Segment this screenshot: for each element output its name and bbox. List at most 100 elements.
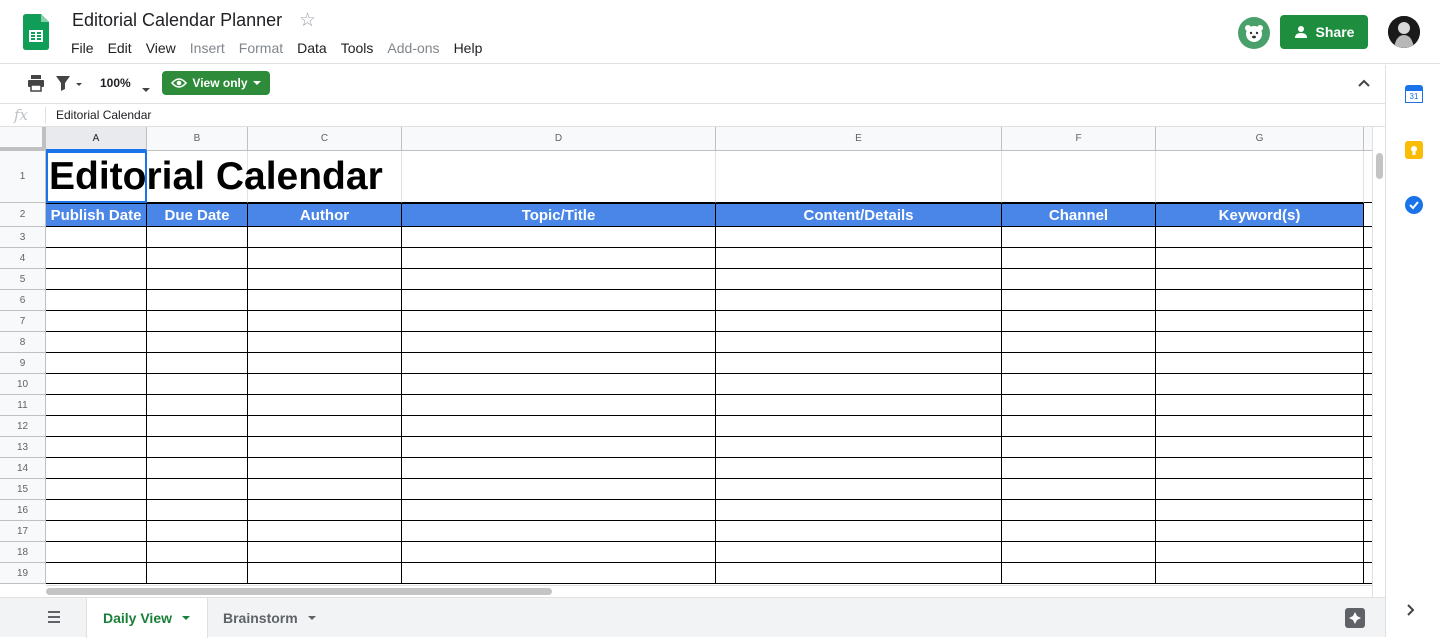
grid-cell[interactable] <box>1364 395 1372 416</box>
row-header-18[interactable]: 18 <box>0 542 46 563</box>
explore-icon[interactable] <box>1345 608 1365 628</box>
grid-cell[interactable] <box>147 395 248 416</box>
grid-cell[interactable] <box>402 374 716 395</box>
grid-cell[interactable] <box>46 542 147 563</box>
grid-cell[interactable] <box>716 395 1002 416</box>
grid-cell[interactable] <box>402 248 716 269</box>
vertical-scrollbar[interactable] <box>1372 127 1385 597</box>
grid-cell[interactable] <box>1156 500 1364 521</box>
grid-cell[interactable] <box>716 374 1002 395</box>
grid-cell[interactable] <box>1364 479 1372 500</box>
grid-cell[interactable] <box>402 290 716 311</box>
grid-cell[interactable] <box>1002 500 1156 521</box>
expand-panel-icon[interactable] <box>1406 603 1416 622</box>
grid-cell[interactable] <box>402 311 716 332</box>
grid-cell[interactable] <box>147 332 248 353</box>
menu-item-edit[interactable]: Edit <box>101 38 139 58</box>
grid-cell[interactable] <box>248 353 402 374</box>
grid-cell[interactable] <box>402 563 716 584</box>
grid-cell[interactable] <box>248 227 402 248</box>
keep-icon[interactable] <box>1405 141 1423 159</box>
grid-cell[interactable] <box>1002 311 1156 332</box>
grid-cell[interactable] <box>1002 479 1156 500</box>
column-header-c[interactable]: C <box>248 127 402 151</box>
grid-cell[interactable] <box>402 437 716 458</box>
grid-cell[interactable] <box>46 248 147 269</box>
grid-cell[interactable] <box>1364 437 1372 458</box>
header-cell[interactable]: Keyword(s) <box>1156 203 1364 227</box>
grid-cell[interactable] <box>147 290 248 311</box>
grid-cell[interactable] <box>1156 458 1364 479</box>
grid-cell[interactable] <box>46 290 147 311</box>
zoom-level[interactable]: 100% <box>100 76 131 90</box>
row-header-2[interactable]: 2 <box>0 203 46 227</box>
document-title[interactable]: Editorial Calendar Planner <box>72 10 282 31</box>
grid-cell[interactable] <box>1364 269 1372 290</box>
grid-cell[interactable] <box>248 395 402 416</box>
grid-cell[interactable] <box>147 437 248 458</box>
grid-cell[interactable] <box>1156 521 1364 542</box>
grid-cell[interactable] <box>147 353 248 374</box>
grid-cell[interactable] <box>1364 563 1372 584</box>
grid-cell[interactable] <box>1364 521 1372 542</box>
grid-cell[interactable] <box>248 269 402 290</box>
grid-cell[interactable] <box>1156 374 1364 395</box>
row-header-16[interactable]: 16 <box>0 500 46 521</box>
grid-cell[interactable] <box>1156 437 1364 458</box>
header-cell[interactable]: Due Date <box>147 203 248 227</box>
grid-cell[interactable] <box>46 374 147 395</box>
grid-cell[interactable] <box>1156 563 1364 584</box>
grid-cell[interactable] <box>1002 353 1156 374</box>
menu-item-file[interactable]: File <box>64 38 101 58</box>
grid-cell[interactable] <box>248 332 402 353</box>
sheets-logo-icon[interactable] <box>23 14 49 50</box>
grid-cell[interactable] <box>147 542 248 563</box>
grid-cell[interactable] <box>147 500 248 521</box>
column-header-h[interactable] <box>1364 127 1372 151</box>
grid-cell[interactable] <box>1156 269 1364 290</box>
grid-cell[interactable] <box>402 521 716 542</box>
grid-cell[interactable] <box>46 416 147 437</box>
menu-item-help[interactable]: Help <box>447 38 490 58</box>
grid-cell[interactable] <box>1364 374 1372 395</box>
select-all-corner[interactable] <box>0 127 46 151</box>
grid-cell[interactable] <box>248 479 402 500</box>
row-header-17[interactable]: 17 <box>0 521 46 542</box>
grid-cell[interactable] <box>147 227 248 248</box>
menu-item-data[interactable]: Data <box>290 38 334 58</box>
grid-cell[interactable] <box>402 500 716 521</box>
grid-cell[interactable] <box>1156 332 1364 353</box>
grid-cell[interactable] <box>46 437 147 458</box>
grid-cell[interactable] <box>46 479 147 500</box>
grid-cell[interactable] <box>1002 290 1156 311</box>
menu-item-format[interactable]: Format <box>232 38 290 58</box>
grid-cell[interactable] <box>716 269 1002 290</box>
grid-cell[interactable] <box>147 416 248 437</box>
grid-cell[interactable] <box>248 290 402 311</box>
grid-cell[interactable] <box>147 521 248 542</box>
grid-cell[interactable] <box>1364 311 1372 332</box>
grid-cell[interactable] <box>1364 151 1372 203</box>
grid-cell[interactable] <box>248 416 402 437</box>
grid-cell[interactable] <box>1002 437 1156 458</box>
grid-cell[interactable] <box>1364 353 1372 374</box>
row-header-13[interactable]: 13 <box>0 437 46 458</box>
grid-cell[interactable] <box>1002 416 1156 437</box>
menu-item-tools[interactable]: Tools <box>334 38 381 58</box>
grid-cell[interactable] <box>1156 311 1364 332</box>
grid-cell[interactable] <box>716 521 1002 542</box>
grid-cell[interactable] <box>716 563 1002 584</box>
collapse-toolbar-icon[interactable] <box>1357 75 1371 93</box>
grid-cell[interactable] <box>402 269 716 290</box>
grid-cell[interactable] <box>716 500 1002 521</box>
grid-cell[interactable] <box>1156 151 1364 203</box>
grid-cell[interactable] <box>402 353 716 374</box>
grid-cell[interactable] <box>248 521 402 542</box>
grid-cell[interactable] <box>1002 248 1156 269</box>
grid-cell[interactable] <box>716 290 1002 311</box>
star-icon[interactable]: ☆ <box>299 9 316 32</box>
grid-cell[interactable] <box>402 395 716 416</box>
grid-cell[interactable] <box>248 374 402 395</box>
grid-cell[interactable] <box>716 353 1002 374</box>
grid-cell[interactable] <box>1156 227 1364 248</box>
